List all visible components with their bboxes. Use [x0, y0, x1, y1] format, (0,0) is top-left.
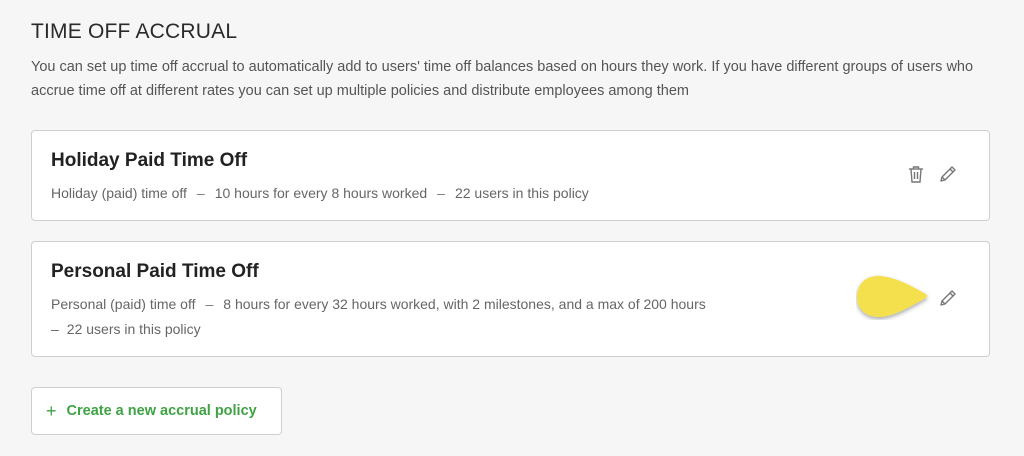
- policy-name: Holiday Paid Time Off: [51, 150, 248, 171]
- policy-rule: 8 hours for every 32 hours worked, with …: [223, 296, 706, 312]
- section-description: You can set up time off accrual to autom…: [31, 59, 974, 99]
- policy-card-personal: Personal Paid Time Off Personal (paid) t…: [31, 241, 990, 357]
- policy-users: 22 users in this policy: [66, 321, 201, 337]
- separator: –: [196, 185, 205, 201]
- separator: –: [437, 185, 445, 201]
- policy-rule: 10 hours for every 8 hours worked: [214, 185, 428, 201]
- policy-type: Holiday (paid) time off: [51, 185, 187, 201]
- pencil-icon[interactable]: [937, 163, 959, 185]
- separator: –: [51, 321, 59, 337]
- policy-card-holiday: Holiday Paid Time Off Holiday (paid) tim…: [31, 130, 990, 221]
- policy-details: Personal (paid) time off –8 hours for eve…: [51, 292, 811, 342]
- pencil-icon[interactable]: [937, 287, 959, 309]
- policy-details: Holiday (paid) time off –10 hours for eve…: [51, 181, 811, 206]
- section-title: TIME OFF ACCRUAL: [31, 20, 238, 43]
- plus-icon: +: [46, 401, 57, 421]
- policy-actions: [905, 163, 959, 185]
- create-accrual-policy-button[interactable]: + Create a new accrual policy: [31, 387, 282, 435]
- policy-users: 22 users in this policy: [454, 185, 589, 201]
- create-button-label: Create a new accrual policy: [66, 403, 257, 419]
- trash-icon[interactable]: [905, 163, 927, 185]
- policy-name: Personal Paid Time Off: [51, 261, 259, 282]
- pointer-highlight: [857, 276, 927, 317]
- separator: –: [205, 296, 214, 312]
- policy-type: Personal (paid) time off: [51, 296, 196, 312]
- policy-actions: [937, 287, 959, 309]
